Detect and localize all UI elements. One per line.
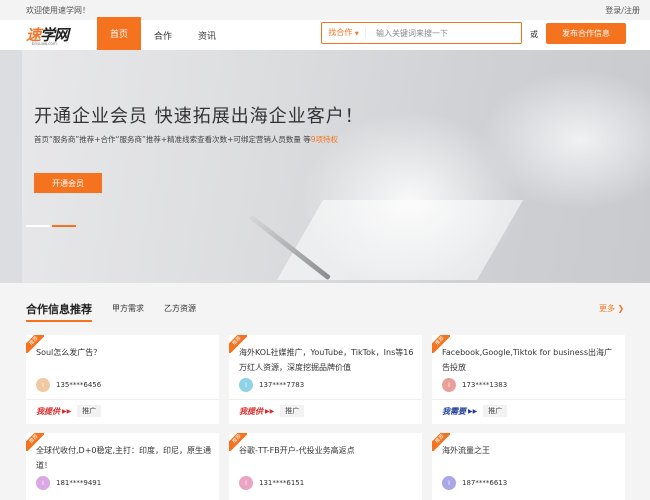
header: 速学网 bnsuxw.com 首页 合作 资讯 找合作 ▼ 或 发布合作信息 — [0, 17, 650, 50]
nav-item-cooperation[interactable]: 合作 — [141, 20, 185, 50]
card-user: I 137****7783 — [239, 378, 304, 392]
hero-banner[interactable]: 开通企业会员 快速拓展出海企业客户！ 首页“服务商”推荐+合作“服务商”推荐+精… — [0, 50, 650, 283]
card-kind-badge: 我提供 — [239, 406, 263, 416]
cooperation-card[interactable]: 推荐 Facebook,Google,Tiktok for business出海… — [432, 335, 625, 424]
card-footer: 我提供 ▶▶ 推广 — [239, 405, 305, 417]
card-kind-badge: 我需要 — [442, 406, 466, 416]
card-user: I 181****9491 — [36, 476, 101, 490]
more-link[interactable]: 更多 ❯ — [599, 303, 624, 314]
nav-item-news[interactable]: 资讯 — [185, 20, 229, 50]
avatar: I — [442, 378, 456, 392]
publish-cooperation-button[interactable]: 发布合作信息 — [546, 23, 626, 44]
card-user: I 173****1383 — [442, 378, 507, 392]
double-arrow-icon: ▶▶ — [265, 407, 275, 415]
banner-subtitle: 首页“服务商”推荐+合作“服务商”推荐+精准线索查看次数+可绑定营销人员数量 等… — [34, 134, 338, 145]
cooperation-card[interactable]: 推荐 海外KOL社媒推广，YouTube，TikTok，Ins等16万红人资源，… — [229, 335, 422, 424]
card-phone: 181****9491 — [56, 479, 102, 487]
card-tag[interactable]: 推广 — [280, 405, 305, 417]
card-title[interactable]: 谷歌-TT-FB开户-代投业务高返点 — [239, 443, 415, 458]
carousel-indicator-1[interactable] — [26, 225, 50, 227]
card-user: I 131****6151 — [239, 476, 304, 490]
section-header: 合作信息推荐 甲方需求 乙方资源 更多 ❯ — [0, 283, 650, 333]
avatar: I — [239, 378, 253, 392]
card-divider — [229, 399, 422, 400]
welcome-text: 欢迎使用速学网！ — [26, 5, 90, 15]
cooperation-card[interactable]: 推荐 海外流量之王 I 187****6613 — [432, 433, 625, 500]
chevron-right-icon: ❯ — [617, 304, 625, 313]
card-kind-badge: 我提供 — [36, 406, 60, 416]
chevron-down-icon: ▼ — [354, 31, 359, 37]
card-phone: 135****6456 — [56, 381, 102, 389]
carousel-indicator-2[interactable] — [52, 225, 76, 227]
section-title-underline — [26, 320, 92, 322]
card-tag[interactable]: 推广 — [77, 405, 102, 417]
card-user: I 187****6613 — [442, 476, 507, 490]
card-tag[interactable]: 推广 — [483, 405, 508, 417]
cooperation-card[interactable]: 推荐 谷歌-TT-FB开户-代投业务高返点 I 131****6151 — [229, 433, 422, 500]
card-divider — [26, 399, 219, 400]
search-input[interactable] — [366, 28, 516, 38]
avatar: I — [36, 476, 50, 490]
banner-subtitle-highlight: 9项特权 — [310, 135, 339, 144]
search-category-select[interactable]: 找合作 ▼ — [322, 27, 366, 39]
main-nav: 首页 合作 资讯 — [97, 17, 229, 50]
card-phone: 137****7783 — [259, 381, 305, 389]
card-title[interactable]: Soul怎么发广告？ — [36, 345, 212, 360]
or-text: 或 — [530, 30, 538, 39]
banner-left-edge — [0, 50, 22, 283]
tab-party-a-demand[interactable]: 甲方需求 — [112, 303, 144, 314]
card-divider — [432, 399, 625, 400]
avatar: I — [239, 476, 253, 490]
avatar: I — [442, 476, 456, 490]
login-register-link[interactable]: 登录/注册 — [605, 5, 640, 16]
cooperation-card[interactable]: 推荐 Soul怎么发广告？ I 135****6456 我提供 ▶▶ 推广 — [26, 335, 219, 424]
double-arrow-icon: ▶▶ — [62, 407, 72, 415]
more-link-label: 更多 — [599, 304, 615, 313]
card-footer: 我提供 ▶▶ 推广 — [36, 405, 102, 417]
section-title: 合作信息推荐 — [26, 303, 92, 316]
cooperation-card[interactable]: 推荐 全球代收付,D+0稳定,主打：印度，印尼，原生通道！ I 181****9… — [26, 433, 219, 500]
logo-domain: bnsuxw.com — [32, 41, 57, 46]
banner-title: 开通企业会员 快速拓展出海企业客户！ — [34, 106, 364, 127]
card-title[interactable]: 海外流量之王 — [442, 443, 618, 458]
search-box: 找合作 ▼ — [321, 22, 522, 44]
card-title[interactable]: 全球代收付,D+0稳定,主打：印度，印尼，原生通道！ — [36, 443, 212, 473]
banner-subtitle-text: 首页“服务商”推荐+合作“服务商”推荐+精准线索查看次数+可绑定营销人员数量 等 — [34, 135, 311, 144]
card-footer: 我需要 ▶▶ 推广 — [442, 405, 508, 417]
tab-party-b-resource[interactable]: 乙方资源 — [164, 303, 196, 314]
search-category-label: 找合作 — [328, 28, 353, 37]
double-arrow-icon: ▶▶ — [468, 407, 478, 415]
card-user: I 135****6456 — [36, 378, 101, 392]
open-membership-button[interactable]: 开通会员 — [34, 173, 102, 193]
card-title[interactable]: Facebook,Google,Tiktok for business出海广告投… — [442, 345, 618, 375]
card-title[interactable]: 海外KOL社媒推广，YouTube，TikTok，Ins等16万红人资源，深度挖… — [239, 345, 415, 375]
site-logo[interactable]: 速学网 bnsuxw.com — [26, 24, 72, 46]
card-phone: 131****6151 — [259, 479, 305, 487]
nav-item-home[interactable]: 首页 — [97, 17, 141, 50]
card-phone: 187****6613 — [462, 479, 508, 487]
avatar: I — [36, 378, 50, 392]
card-phone: 173****1383 — [462, 381, 508, 389]
